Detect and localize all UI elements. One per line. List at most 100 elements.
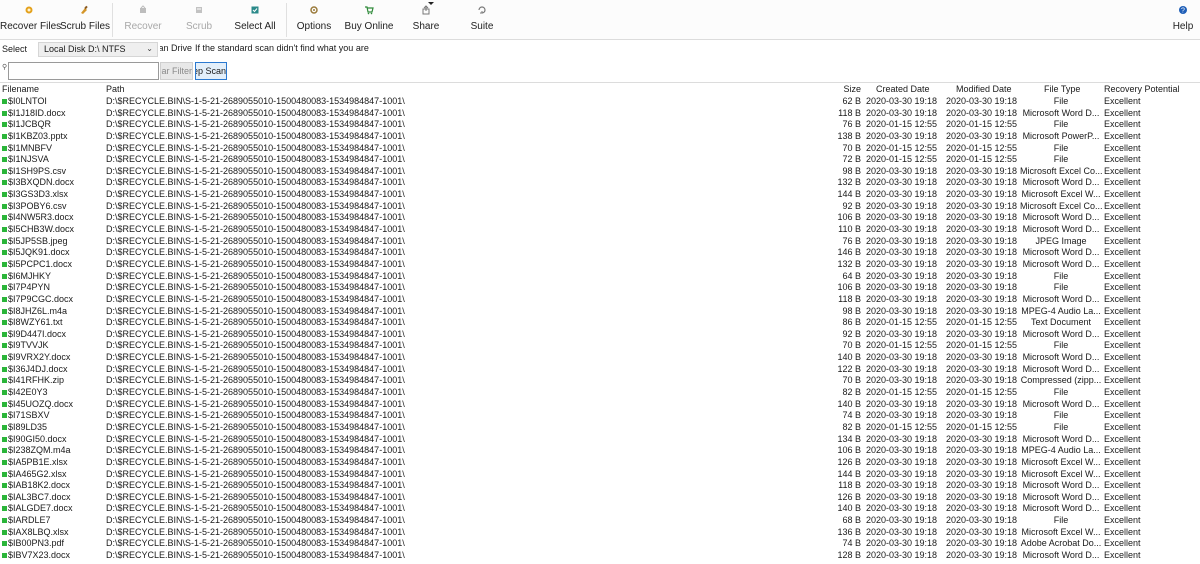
table-row[interactable]: $I7P4PYN D:\$RECYCLE.BIN\S-1-5-21-2689055… — [0, 282, 1200, 294]
header-created-date[interactable]: Created Date — [876, 84, 930, 94]
file-type-cell: Microsoft Word D... — [1022, 433, 1100, 444]
table-row[interactable]: $I9D447I.docx D:\$RECYCLE.BIN\S-1-5-21-26… — [0, 329, 1200, 341]
recovery-status-icon — [2, 529, 7, 535]
table-row[interactable]: $I41RFHK.zip D:\$RECYCLE.BIN\S-1-5-21-268… — [0, 375, 1200, 387]
table-row[interactable]: $IBV7X23.docx D:\$RECYCLE.BIN\S-1-5-21-26… — [0, 550, 1200, 562]
file-type-cell: Microsoft Word D... — [1022, 224, 1100, 235]
suite-button[interactable]: Suite — [466, 3, 498, 37]
options-button[interactable]: Options — [292, 3, 336, 37]
table-row[interactable]: $I5JP5SB.jpeg D:\$RECYCLE.BIN\S-1-5-21-26… — [0, 236, 1200, 248]
path-cell: D:\$RECYCLE.BIN\S-1-5-21-2689055010-1500… — [106, 200, 405, 211]
created-date-cell: 2020-03-30 19:18 — [866, 224, 938, 235]
created-date-cell: 2020-03-30 19:18 — [866, 352, 938, 363]
created-date-cell: 2020-03-30 19:18 — [866, 165, 938, 176]
path-cell: D:\$RECYCLE.BIN\S-1-5-21-2689055010-1500… — [106, 177, 405, 188]
header-modified-date[interactable]: Modified Date — [956, 84, 1012, 94]
recover-files-button[interactable]: Recover Files — [0, 3, 61, 37]
file-type-cell: Microsoft Word D... — [1022, 258, 1100, 269]
size-cell: 132 B — [837, 258, 861, 269]
size-cell: 134 B — [837, 433, 861, 444]
modified-date-cell: 2020-03-30 19:18 — [946, 468, 1018, 479]
table-row[interactable]: $I8JHZ6L.m4a D:\$RECYCLE.BIN\S-1-5-21-268… — [0, 306, 1200, 318]
path-cell: D:\$RECYCLE.BIN\S-1-5-21-2689055010-1500… — [106, 538, 405, 549]
filename-cell: $I42E0Y3 — [2, 387, 102, 399]
scrub-files-button[interactable]: Scrub Files — [60, 3, 110, 37]
table-row[interactable]: $I1J18ID.docx D:\$RECYCLE.BIN\S-1-5-21-26… — [0, 108, 1200, 120]
path-cell: D:\$RECYCLE.BIN\S-1-5-21-2689055010-1500… — [106, 154, 405, 165]
table-row[interactable]: $I5CHB3W.docx D:\$RECYCLE.BIN\S-1-5-21-26… — [0, 224, 1200, 236]
share-button[interactable]: Share — [408, 3, 444, 37]
size-cell: 140 B — [837, 352, 861, 363]
size-cell: 86 B — [842, 317, 861, 328]
path-cell: D:\$RECYCLE.BIN\S-1-5-21-2689055010-1500… — [106, 212, 405, 223]
table-row[interactable]: $I1MNBFV D:\$RECYCLE.BIN\S-1-5-21-2689055… — [0, 143, 1200, 155]
table-row[interactable]: $I3BXQDN.docx D:\$RECYCLE.BIN\S-1-5-21-26… — [0, 177, 1200, 189]
table-row[interactable]: $I1JCBQR D:\$RECYCLE.BIN\S-1-5-21-2689055… — [0, 119, 1200, 131]
file-type-cell: MPEG-4 Audio La... — [1021, 445, 1101, 456]
buy-online-button[interactable]: Buy Online — [344, 3, 394, 37]
table-row[interactable]: $IB00PN3.pdf D:\$RECYCLE.BIN\S-1-5-21-268… — [0, 538, 1200, 550]
created-date-cell: 2020-03-30 19:18 — [866, 398, 938, 409]
clear-filter-button[interactable]: Clear Filter — [160, 62, 193, 80]
size-cell: 138 B — [837, 130, 861, 141]
table-row[interactable]: $I6MJHKY D:\$RECYCLE.BIN\S-1-5-21-2689055… — [0, 271, 1200, 283]
table-row[interactable]: $I7P9CGC.docx D:\$RECYCLE.BIN\S-1-5-21-26… — [0, 294, 1200, 306]
table-row[interactable]: $I42E0Y3 D:\$RECYCLE.BIN\S-1-5-21-2689055… — [0, 387, 1200, 399]
header-size[interactable]: Size — [812, 84, 861, 94]
created-date-cell: 2020-03-30 19:18 — [866, 503, 938, 514]
table-row[interactable]: $I1KBZ03.pptx D:\$RECYCLE.BIN\S-1-5-21-26… — [0, 131, 1200, 143]
table-row[interactable]: $I89LD35 D:\$RECYCLE.BIN\S-1-5-21-2689055… — [0, 422, 1200, 434]
table-row[interactable]: $IA465G2.xlsx D:\$RECYCLE.BIN\S-1-5-21-26… — [0, 469, 1200, 481]
filename-cell: $I1MNBFV — [2, 143, 102, 155]
created-date-cell: 2020-03-30 19:18 — [866, 177, 938, 188]
scan-drive-button[interactable]: Scan Drive — [160, 43, 192, 58]
header-file-type[interactable]: File Type — [1044, 84, 1080, 94]
table-row[interactable]: $I90GI50.docx D:\$RECYCLE.BIN\S-1-5-21-26… — [0, 434, 1200, 446]
deep-scan-button[interactable]: Deep Scan — [195, 62, 227, 80]
recovery-potential-cell: Excellent — [1104, 363, 1141, 374]
path-cell: D:\$RECYCLE.BIN\S-1-5-21-2689055010-1500… — [106, 258, 405, 269]
size-cell: 126 B — [837, 456, 861, 467]
header-recovery-potential[interactable]: Recovery Potential — [1104, 84, 1180, 94]
path-cell: D:\$RECYCLE.BIN\S-1-5-21-2689055010-1500… — [106, 247, 405, 258]
file-type-cell: File — [1053, 119, 1069, 130]
table-row[interactable]: $I9TVVJK D:\$RECYCLE.BIN\S-1-5-21-2689055… — [0, 340, 1200, 352]
table-row[interactable]: $IALGDE7.docx D:\$RECYCLE.BIN\S-1-5-21-26… — [0, 503, 1200, 515]
table-row[interactable]: $I45UOZQ.docx D:\$RECYCLE.BIN\S-1-5-21-26… — [0, 399, 1200, 411]
table-row[interactable]: $I1NJSVA D:\$RECYCLE.BIN\S-1-5-21-2689055… — [0, 154, 1200, 166]
table-row[interactable]: $I36J4DJ.docx D:\$RECYCLE.BIN\S-1-5-21-26… — [0, 364, 1200, 376]
scrub-button[interactable]: Scrub — [180, 3, 218, 37]
table-row[interactable]: $I5JQK91.docx D:\$RECYCLE.BIN\S-1-5-21-26… — [0, 247, 1200, 259]
table-row[interactable]: $I0LNTOI D:\$RECYCLE.BIN\S-1-5-21-2689055… — [0, 96, 1200, 108]
table-row[interactable]: $IA5PB1E.xlsx D:\$RECYCLE.BIN\S-1-5-21-26… — [0, 457, 1200, 469]
table-row[interactable]: $IAL3BC7.docx D:\$RECYCLE.BIN\S-1-5-21-26… — [0, 492, 1200, 504]
size-cell: 92 B — [842, 200, 861, 211]
recovery-potential-cell: Excellent — [1104, 107, 1141, 118]
table-row[interactable]: $IAX8LBQ.xlsx D:\$RECYCLE.BIN\S-1-5-21-26… — [0, 527, 1200, 539]
table-row[interactable]: $I71SBXV D:\$RECYCLE.BIN\S-1-5-21-2689055… — [0, 410, 1200, 422]
recovery-status-icon — [2, 296, 7, 302]
share-dropdown-arrow-icon[interactable] — [428, 2, 434, 5]
filter-input[interactable] — [8, 62, 159, 80]
table-row[interactable]: $I5PCPC1.docx D:\$RECYCLE.BIN\S-1-5-21-26… — [0, 259, 1200, 271]
select-all-button[interactable]: Select All — [230, 3, 280, 37]
path-cell: D:\$RECYCLE.BIN\S-1-5-21-2689055010-1500… — [106, 375, 405, 386]
header-filename[interactable]: Filename — [2, 84, 39, 94]
table-row[interactable]: $I238ZQM.m4a D:\$RECYCLE.BIN\S-1-5-21-268… — [0, 445, 1200, 457]
table-row[interactable]: $I8WZY61.txt D:\$RECYCLE.BIN\S-1-5-21-268… — [0, 317, 1200, 329]
table-row[interactable]: $I3POBY6.csv D:\$RECYCLE.BIN\S-1-5-21-268… — [0, 201, 1200, 213]
table-row[interactable]: $IARDLE7 D:\$RECYCLE.BIN\S-1-5-21-2689055… — [0, 515, 1200, 527]
table-row[interactable]: $IAB18K2.docx D:\$RECYCLE.BIN\S-1-5-21-26… — [0, 480, 1200, 492]
filename-cell: $I5JQK91.docx — [2, 247, 102, 259]
modified-date-cell: 2020-03-30 19:18 — [946, 515, 1018, 526]
recover-button[interactable]: Recover — [122, 3, 164, 37]
filename-cell: $I8JHZ6L.m4a — [2, 306, 102, 318]
drive-select[interactable]: Local Disk D:\ NTFS ⌄ — [38, 42, 158, 57]
table-row[interactable]: $I3GS3D3.xlsx D:\$RECYCLE.BIN\S-1-5-21-26… — [0, 189, 1200, 201]
file-type-cell: Microsoft Word D... — [1022, 177, 1100, 188]
header-path[interactable]: Path — [106, 84, 125, 94]
table-row[interactable]: $I1SH9PS.csv D:\$RECYCLE.BIN\S-1-5-21-268… — [0, 166, 1200, 178]
help-button[interactable]: ? Help — [1168, 3, 1198, 37]
table-row[interactable]: $I4NW5R3.docx D:\$RECYCLE.BIN\S-1-5-21-26… — [0, 212, 1200, 224]
table-row[interactable]: $I9VRX2Y.docx D:\$RECYCLE.BIN\S-1-5-21-26… — [0, 352, 1200, 364]
